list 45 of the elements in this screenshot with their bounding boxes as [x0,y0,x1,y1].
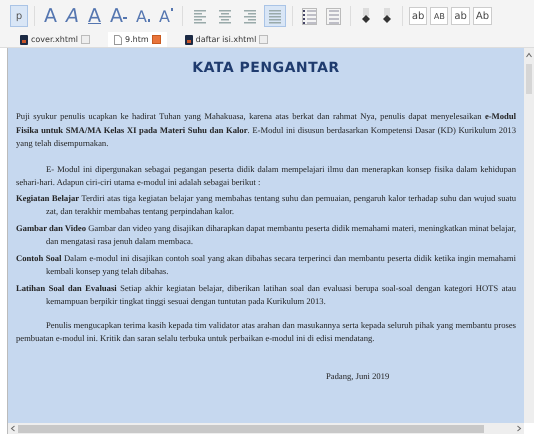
align-icon [192,8,208,24]
align-icon [216,8,233,24]
text-style-button[interactable]: A [156,5,176,27]
scroll-right-icon[interactable] [516,425,522,432]
align-icon [266,8,283,24]
close-tab-icon[interactable] [152,35,161,44]
case-button[interactable]: Ab [472,7,492,25]
text-style-button[interactable]: A [107,5,130,27]
text-style-button[interactable]: A [63,5,82,27]
feature-item: Latihan Soal dan Evaluasi Setiap akhir kegiatan belajar, diberikan latihan soal dan evaluasi berupa soal-soal dengan kategori HOTS atau kemampuan berpikir tingkat tinggi sesuai dengan tuntutan pada Kurikulum 2013. [16,282,516,308]
feature-item: Contoh Soal Dalam e-modul ini disajikan contoh soal yang akan dibahas secara terperinci dan membantu peserta didik ketika ingin memahami kembali konsep yang telah dibahas. [16,252,516,278]
close-tab-icon[interactable] [81,35,90,44]
align-button[interactable] [264,5,286,27]
bullet-list-icon [302,8,317,24]
document-title: KATA PENGANTAR [191,60,341,76]
document-icon [184,34,193,44]
scroll-up-icon[interactable] [526,52,532,58]
text-style-button[interactable]: A [41,5,60,27]
case-button[interactable]: ab [408,7,428,25]
numbered-list-icon [326,8,341,24]
diamond-icon [380,7,393,25]
paragraph: E- Modul ini dipergunakan sebagai pegangan peserta didik dalam mempelajari ilmu dan menerapkan konsep fisika dalam kehidupan sehari-hari. Adapun ciri-ciri utama e-modul ini adalah sebagai berikut : [16,162,516,189]
align-icon [242,8,258,24]
document-icon [114,34,122,44]
file-tab[interactable]: daftar isi.xhtml [178,32,274,47]
paragraph-button[interactable]: p [10,5,28,27]
signature-line: Padang, Juni 2019 [326,370,390,383]
file-tab[interactable]: cover.xhtml [14,32,96,47]
text-style-button[interactable]: A [133,5,153,27]
scroll-thumb[interactable] [18,424,484,432]
close-tab-icon[interactable] [259,35,268,44]
scroll-thumb[interactable] [526,64,532,94]
diamond-icon [360,7,372,25]
feature-item: Gambar dan Video Gambar dan video yang disajikan diharapkan dapat membantu peserta didik memahami materi, meningkatkan minat belajar, dan mengatasi rasa jenuh dalam membaca. [16,222,516,248]
feature-item: Kegiatan Belajar Terdiri atas tiga kegiatan belajar yang membahas tentang suhu dan pemuaian, pengaruh kalor terhadap suhu dan wujud suatu zat, dan terakhir membahas tentang perpindahan kalor. [16,192,516,218]
vertical-scrollbar[interactable] [524,48,534,423]
paragraph: Penulis mengucapkan terima kasih kepada tim validator atas arahan dan masukannya serta kepada seluruh pihak yang membantu proses pembuatan e-modul ini. Kritik dan saran selalu terbuka untuk perbaikan e-modul ini di edisi mendatang. [16,318,516,345]
paragraph: Puji syukur penulis ucapkan ke hadirat Tuhan yang Mahakuasa, karena atas berkat dan rahmat Nya, penulis dapat menyelesaikan e-Modul Fisika untuk SMA/MA Kelas XI pada Materi Suhu dan Kalor. E-Modul ini disusun berdasarkan Kompetensi Dasar (KD) Kurikulum 2013 yang telah disempurnakan. [16,110,516,150]
scroll-left-icon[interactable] [10,425,16,432]
case-button[interactable]: ab [451,7,470,25]
file-tab[interactable]: 9.htm [108,32,167,47]
horizontal-scrollbar[interactable] [8,423,524,434]
case-button[interactable]: AB [430,7,448,25]
text-style-button[interactable]: A [85,5,104,27]
document-icon [20,34,28,44]
